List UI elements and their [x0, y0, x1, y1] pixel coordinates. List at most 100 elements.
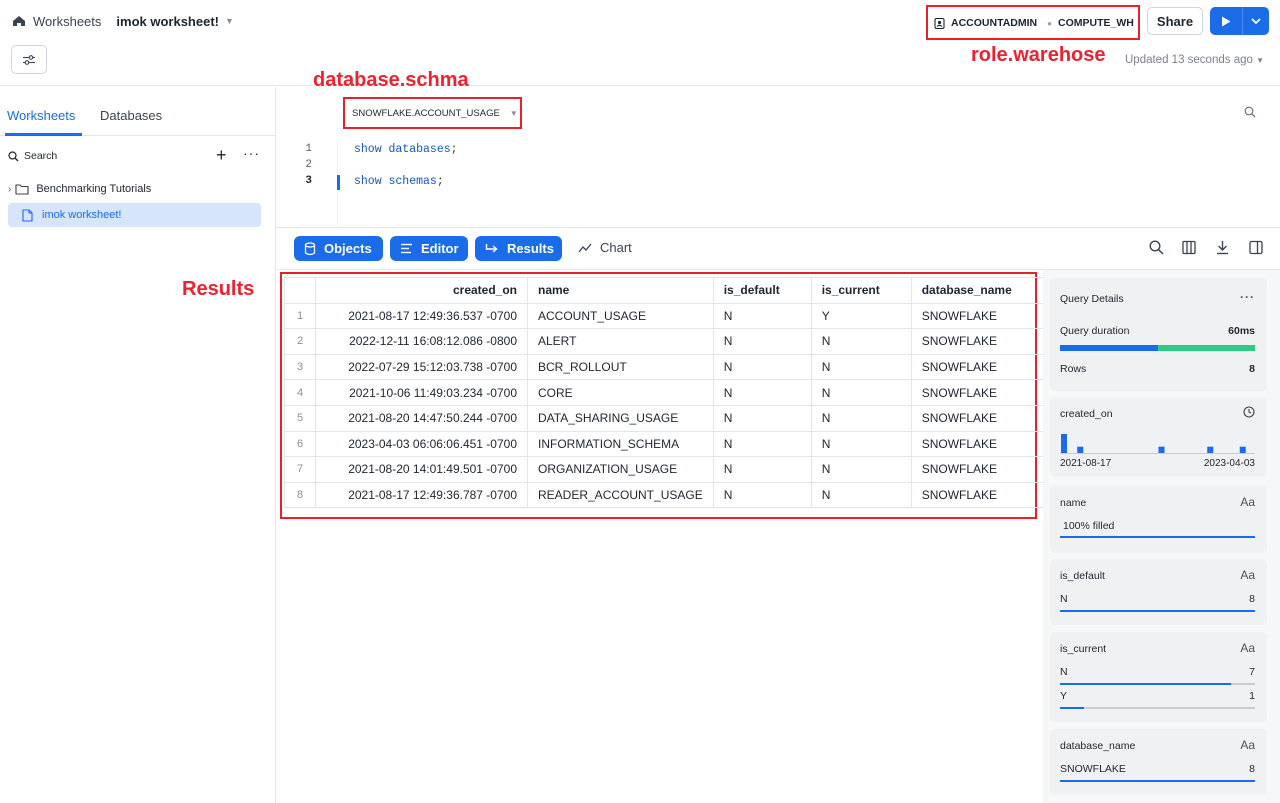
- database-name-cell[interactable]: SNOWFLAKE: [910, 404, 1046, 432]
- database-name-cell[interactable]: SNOWFLAKE: [910, 456, 1046, 483]
- table-row[interactable]: 4 2021-10-06 11:49:03.234 -0700 CORE N N SNOW…: [284, 379, 1046, 406]
- updated-text: Updated 13 seconds ago: [1125, 54, 1253, 66]
- search-icon[interactable]: [1149, 240, 1164, 255]
- is-current-cell[interactable]: N: [810, 404, 912, 432]
- split-panel-icon[interactable]: [1249, 240, 1263, 255]
- add-icon[interactable]: +: [216, 146, 227, 164]
- updated-status[interactable]: Updated 13 seconds ago ▼: [1125, 54, 1264, 66]
- created-on-cell[interactable]: 2021-08-17 12:49:36.787 -0700: [315, 481, 528, 509]
- columns-icon[interactable]: [1182, 240, 1196, 255]
- name-cell[interactable]: ALERT: [527, 328, 714, 355]
- is-current-cell[interactable]: Y: [810, 302, 912, 330]
- tab-worksheets[interactable]: Worksheets: [7, 108, 75, 123]
- chart-label: Chart: [600, 240, 632, 255]
- created-on-cell[interactable]: 2023-04-03 06:06:06.451 -0700: [315, 430, 528, 458]
- value-count: 1: [1249, 690, 1255, 702]
- column-header-is-current[interactable]: is_current: [810, 277, 912, 304]
- chart-tab[interactable]: Chart: [578, 240, 632, 255]
- play-icon[interactable]: [1210, 7, 1243, 35]
- name-cell[interactable]: CORE: [527, 379, 714, 406]
- more-options-icon[interactable]: ···: [1240, 290, 1255, 304]
- created-on-cell[interactable]: 2021-08-20 14:47:50.244 -0700: [315, 404, 528, 432]
- table-row[interactable]: 2 2022-12-11 16:08:12.086 -0800 ALERT N N SNO…: [284, 328, 1046, 355]
- run-button[interactable]: [1210, 7, 1269, 35]
- download-icon[interactable]: [1216, 240, 1229, 255]
- name-cell[interactable]: INFORMATION_SCHEMA: [527, 430, 714, 458]
- column-header-name[interactable]: name: [527, 277, 714, 304]
- name-cell[interactable]: READER_ACCOUNT_USAGE: [527, 481, 714, 509]
- code-line[interactable]: show schemas;: [354, 175, 444, 188]
- search-icon[interactable]: [1244, 106, 1256, 118]
- value-bar: [1060, 610, 1255, 612]
- is-current-cell[interactable]: N: [810, 328, 912, 355]
- is-default-cell[interactable]: N: [712, 379, 812, 406]
- value-count: 8: [1249, 763, 1255, 775]
- table-row[interactable]: 3 2022-07-29 15:12:03.738 -0700 BCR_ROLLOU…: [284, 353, 1046, 381]
- database-name-cell[interactable]: SNOWFLAKE: [910, 481, 1046, 509]
- database-schema-selector[interactable]: SNOWFLAKE.ACCOUNT_USAGE ▼: [352, 108, 518, 119]
- is-default-cell[interactable]: N: [712, 302, 812, 330]
- created-on-cell[interactable]: 2021-08-20 14:01:49.501 -0700: [315, 456, 528, 483]
- name-cell[interactable]: DATA_SHARING_USAGE: [527, 404, 714, 432]
- is-default-cell[interactable]: N: [712, 430, 812, 458]
- sidebar-tabs: Worksheets Databases: [0, 87, 275, 136]
- database-name-cell[interactable]: SNOWFLAKE: [910, 379, 1046, 406]
- database-name-cell[interactable]: SNOWFLAKE: [910, 328, 1046, 355]
- is-default-cell[interactable]: N: [712, 328, 812, 355]
- name-cell[interactable]: ORGANIZATION_USAGE: [527, 456, 714, 483]
- fill-bar: [1060, 536, 1255, 538]
- table-row[interactable]: 5 2021-08-20 14:47:50.244 -0700 DATA_SHARI…: [284, 404, 1046, 432]
- results-button[interactable]: Results: [475, 236, 562, 261]
- home-icon[interactable]: [11, 13, 27, 29]
- is-default-cell[interactable]: N: [712, 353, 812, 381]
- table-row[interactable]: 6 2023-04-03 06:06:06.451 -0700 INFORMATIO…: [284, 430, 1046, 458]
- database-name-cell[interactable]: SNOWFLAKE: [910, 353, 1046, 381]
- role-warehouse-selector[interactable]: ACCOUNTADMIN ● COMPUTE_WH: [934, 12, 1134, 34]
- table-row[interactable]: 1 2021-08-17 12:49:36.537 -0700 ACCOUNT_US…: [284, 302, 1046, 330]
- filter-settings-button[interactable]: [11, 45, 47, 74]
- database-name-cell[interactable]: SNOWFLAKE: [910, 430, 1046, 458]
- chevron-right-icon[interactable]: ›: [8, 184, 11, 195]
- worksheet-title[interactable]: imok worksheet!: [116, 14, 219, 29]
- table-row[interactable]: 7 2021-08-20 14:01:49.501 -0700 ORGANIZATI…: [284, 456, 1046, 483]
- sidebar-item-folder[interactable]: › Benchmarking Tutorials: [8, 177, 151, 201]
- database-name-cell[interactable]: SNOWFLAKE: [910, 302, 1046, 330]
- table-row[interactable]: 8 2021-08-17 12:49:36.787 -0700 READER_ACC…: [284, 481, 1046, 509]
- more-options-icon[interactable]: ···: [243, 145, 260, 161]
- chevron-down-icon[interactable]: ▼: [510, 109, 518, 118]
- sidebar-item-worksheet[interactable]: imok worksheet!: [8, 203, 261, 227]
- created-on-cell[interactable]: 2022-12-11 16:08:12.086 -0800: [315, 328, 528, 355]
- value-bar: [1060, 683, 1231, 685]
- name-cell[interactable]: BCR_ROLLOUT: [527, 353, 714, 381]
- column-header-database-name[interactable]: database_name: [910, 277, 1046, 304]
- breadcrumb: Worksheets imok worksheet! ▼: [11, 13, 234, 29]
- editor-button[interactable]: Editor: [390, 236, 468, 261]
- created-on-cell[interactable]: 2022-07-29 15:12:03.738 -0700: [315, 353, 528, 381]
- column-header-is-default[interactable]: is_default: [712, 277, 812, 304]
- return-arrow-icon: [485, 243, 499, 255]
- sidebar-search[interactable]: Search + ···: [8, 145, 263, 164]
- run-options-chevron-icon[interactable]: [1243, 7, 1269, 35]
- is-default-cell[interactable]: N: [712, 456, 812, 483]
- is-current-cell[interactable]: N: [810, 430, 912, 458]
- is-current-cell[interactable]: N: [810, 379, 912, 406]
- is-current-cell[interactable]: N: [810, 481, 912, 509]
- line-number: 1: [305, 143, 312, 155]
- tab-databases[interactable]: Databases: [100, 108, 162, 123]
- created-on-stats-card: created_on 2021-08-17 2023-04-03: [1050, 397, 1267, 477]
- database-name-stats-card: database_name Aa SNOWFLAKE 8: [1050, 729, 1267, 795]
- created-on-cell[interactable]: 2021-08-17 12:49:36.537 -0700: [315, 302, 528, 330]
- is-default-cell[interactable]: N: [712, 404, 812, 432]
- objects-button[interactable]: Objects: [294, 236, 383, 261]
- is-current-cell[interactable]: N: [810, 353, 912, 381]
- breadcrumb-worksheets[interactable]: Worksheets: [33, 14, 101, 29]
- is-default-cell[interactable]: N: [712, 481, 812, 509]
- active-tab-indicator: [5, 133, 82, 136]
- share-button[interactable]: Share: [1147, 7, 1203, 35]
- is-current-cell[interactable]: N: [810, 456, 912, 483]
- code-line[interactable]: show databases;: [354, 143, 458, 156]
- created-on-cell[interactable]: 2021-10-06 11:49:03.234 -0700: [315, 379, 528, 406]
- name-cell[interactable]: ACCOUNT_USAGE: [527, 302, 714, 330]
- chevron-down-icon[interactable]: ▼: [225, 16, 234, 26]
- column-header-created-on[interactable]: created_on: [315, 277, 528, 304]
